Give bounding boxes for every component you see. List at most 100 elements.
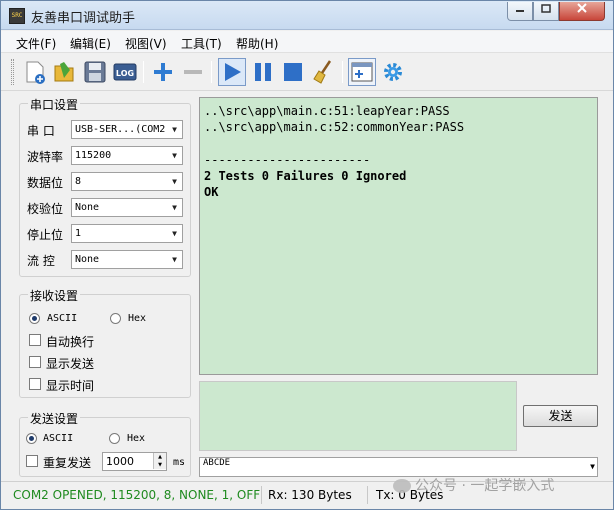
maximize-icon <box>541 4 551 13</box>
remove-icon <box>184 70 202 74</box>
add-icon <box>154 63 172 81</box>
send-text-area[interactable] <box>199 381 517 451</box>
receive-hex-label: Hex <box>128 313 147 324</box>
stop-bits-value: 1 <box>75 228 82 239</box>
receive-ascii-label: ASCII <box>47 313 78 324</box>
new-file-button[interactable] <box>21 58 49 86</box>
stop-bits-select[interactable]: 1 ▼ <box>71 224 183 243</box>
repeat-send-label: 重复发送 <box>43 456 92 470</box>
repeat-send-checkbox[interactable] <box>26 455 38 467</box>
watermark-text: 公众号 · 一起学嵌入式 <box>415 478 555 494</box>
stop-button[interactable] <box>279 58 307 86</box>
menu-view[interactable]: 视图(V) <box>125 35 167 52</box>
add-button[interactable] <box>149 58 177 86</box>
open-button[interactable] <box>51 58 79 86</box>
chevron-down-icon: ▼ <box>167 251 182 268</box>
log-icon-label: LOG <box>116 69 134 78</box>
settings-button[interactable] <box>379 58 407 86</box>
menu-bar: 文件(F) 编辑(E) 视图(V) 工具(T) 帮助(H) <box>1 31 613 53</box>
receive-ascii-radio[interactable] <box>29 313 40 324</box>
interval-value: 1000 <box>106 455 134 468</box>
flow-control-value: None <box>75 254 100 265</box>
show-send-checkbox[interactable] <box>29 356 41 368</box>
clear-button[interactable] <box>310 58 338 86</box>
serial-settings-title: 串口设置 <box>28 96 81 113</box>
receive-line: ..\src\app\main.c:52:commonYear:PASS <box>204 120 465 135</box>
spin-down-icon[interactable]: ▼ <box>153 461 166 469</box>
app-icon: SRC <box>9 8 25 24</box>
window-add-icon <box>351 62 373 82</box>
save-icon <box>84 61 106 83</box>
toolbar-separator <box>342 61 343 83</box>
stop-bits-label: 停止位 <box>27 228 64 242</box>
broom-clear-icon <box>313 60 332 84</box>
send-button[interactable]: 发送 <box>523 405 598 427</box>
send-settings-title: 发送设置 <box>28 410 81 427</box>
show-time-checkbox[interactable] <box>29 378 41 390</box>
parity-select[interactable]: None ▼ <box>71 198 183 217</box>
port-value: USB-SER...(COM2 <box>75 124 166 135</box>
show-time-label: 显示时间 <box>46 379 95 393</box>
chevron-down-icon: ▼ <box>167 225 182 242</box>
receive-line: ..\src\app\main.c:51:leapYear:PASS <box>204 104 450 118</box>
rx-count: Rx: 130 Bytes <box>268 488 352 502</box>
auto-wrap-checkbox[interactable] <box>29 334 41 346</box>
interval-spinner[interactable]: 1000 ▲ ▼ <box>102 452 167 471</box>
play-button[interactable] <box>218 58 246 86</box>
receive-settings-title: 接收设置 <box>28 287 81 304</box>
minimize-button[interactable] <box>507 2 533 21</box>
chevron-down-icon: ▼ <box>167 173 182 190</box>
chevron-down-icon: ▼ <box>167 199 182 216</box>
menu-help[interactable]: 帮助(H) <box>236 35 278 52</box>
data-bits-value: 8 <box>75 176 82 187</box>
chevron-down-icon[interactable]: ▼ <box>590 462 595 472</box>
parity-value: None <box>75 202 100 213</box>
toolbar-separator <box>211 61 212 83</box>
watermark: 公众号 · 一起学嵌入式 <box>393 475 554 495</box>
send-history-value: ABCDE <box>203 458 231 468</box>
baud-value: 115200 <box>75 150 112 161</box>
menu-file[interactable]: 文件(F) <box>16 35 56 52</box>
play-icon <box>225 63 241 81</box>
status-separator <box>367 486 368 504</box>
status-separator <box>261 486 262 504</box>
close-button[interactable] <box>559 2 605 21</box>
remove-button[interactable] <box>179 58 207 86</box>
baud-label: 波特率 <box>27 150 64 164</box>
receive-text-area[interactable]: ..\src\app\main.c:51:leapYear:PASS ..\sr… <box>199 97 598 375</box>
receive-settings-group: 接收设置 <box>19 287 191 398</box>
port-status: COM2 OPENED, 115200, 8, NONE, 1, OFF <box>13 488 261 502</box>
toolbar-grip[interactable] <box>11 59 14 85</box>
minimize-icon <box>516 10 524 12</box>
app-window: SRC 友善串口调试助手 文件(F) 编辑(E) 视图(V) 工具(T) 帮助(… <box>0 0 614 510</box>
send-hex-label: Hex <box>127 433 146 444</box>
receive-line: OK <box>204 185 219 200</box>
send-ascii-radio[interactable] <box>26 433 37 444</box>
pause-button[interactable] <box>249 58 277 86</box>
chevron-down-icon: ▼ <box>167 121 182 138</box>
stop-icon <box>284 63 302 81</box>
maximize-button[interactable] <box>533 2 559 21</box>
port-select[interactable]: USB-SER...(COM2 ▼ <box>71 120 183 139</box>
gear-icon <box>384 63 402 81</box>
send-history-input[interactable]: ABCDE ▼ <box>199 457 598 477</box>
menu-tools[interactable]: 工具(T) <box>181 35 222 52</box>
baud-select[interactable]: 115200 ▼ <box>71 146 183 165</box>
log-button[interactable]: LOG <box>111 58 139 86</box>
data-bits-select[interactable]: 8 ▼ <box>71 172 183 191</box>
spin-up-icon[interactable]: ▲ <box>153 453 166 461</box>
open-folder-icon <box>54 62 74 82</box>
window-title: 友善串口调试助手 <box>31 11 136 26</box>
flow-control-label: 流 控 <box>27 254 55 268</box>
receive-line <box>204 136 593 152</box>
title-bar[interactable]: SRC 友善串口调试助手 <box>1 1 613 30</box>
send-hex-radio[interactable] <box>109 433 120 444</box>
window-add-button[interactable] <box>348 58 376 86</box>
receive-hex-radio[interactable] <box>110 313 121 324</box>
port-label: 串 口 <box>27 124 55 138</box>
menu-edit[interactable]: 编辑(E) <box>70 35 111 52</box>
show-send-label: 显示发送 <box>46 357 95 371</box>
save-button[interactable] <box>81 58 109 86</box>
pause-icon <box>255 63 271 81</box>
flow-control-select[interactable]: None ▼ <box>71 250 183 269</box>
